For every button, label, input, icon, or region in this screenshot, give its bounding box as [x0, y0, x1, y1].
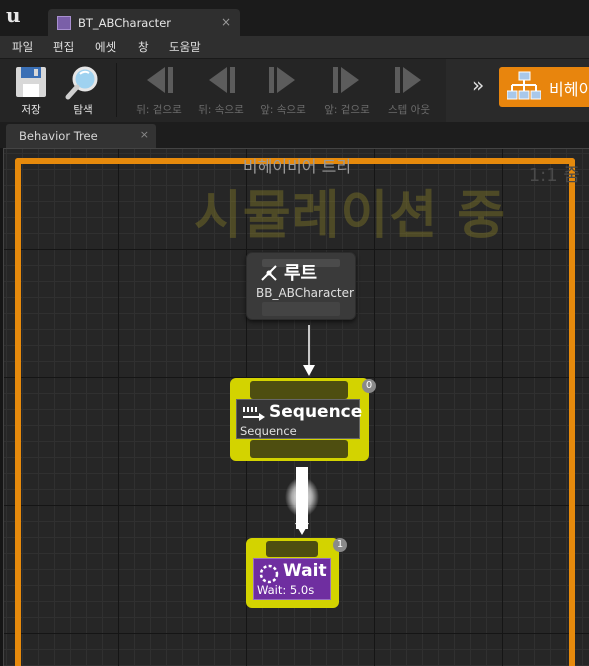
step-forward-into-label: 앞: 속으로 — [260, 104, 306, 116]
sequence-node[interactable]: Sequence Sequence 0 — [230, 378, 376, 461]
step-forward-into-icon — [269, 67, 295, 93]
behavior-tree-mode-button[interactable]: 비헤이 — [499, 67, 589, 107]
document-tab[interactable]: BT_ABCharacter × — [48, 9, 240, 36]
step-back-out-label: 뒤: 겉으로 — [136, 104, 182, 116]
root-node-icon — [261, 265, 277, 281]
mode-switcher: » 비헤이 — [446, 59, 589, 123]
panel-tab-row: Behavior Tree × — [0, 122, 589, 148]
more-modes-chevron-icon[interactable]: » — [472, 73, 484, 97]
step-back-out-button[interactable]: 뒤: 겉으로 — [128, 61, 190, 121]
step-back-into-icon — [209, 67, 235, 93]
step-back-into-button[interactable]: 뒤: 속으로 — [190, 61, 252, 121]
behavior-tree-mode-label: 비헤이 — [549, 80, 589, 99]
step-back-out-icon — [147, 67, 173, 93]
zoom-level: 1:1 줌 — [528, 165, 580, 186]
sequence-node-icon — [243, 407, 265, 421]
wait-node-subtitle: Wait: 5.0s — [257, 583, 315, 597]
root-node-blackboard: BB_ABCharacter — [256, 286, 354, 300]
sequence-node-subtitle: Sequence — [240, 424, 297, 438]
toolbar-separator — [116, 63, 117, 117]
close-tab-icon[interactable]: × — [221, 15, 231, 29]
sequence-node-index-badge: 0 — [362, 379, 376, 393]
wait-node-body: Wait Wait: 5.0s — [253, 558, 331, 600]
wait-node-input-pin — [266, 541, 318, 557]
wait-timer-icon — [259, 564, 279, 584]
step-forward-out-label: 앞: 겉으로 — [324, 104, 370, 116]
menu-bar: 파일 편집 에셋 창 도움말 — [0, 36, 589, 58]
behavior-tree-panel-tab-label: Behavior Tree — [19, 129, 98, 143]
wait-node-title: Wait — [283, 561, 327, 581]
unreal-logo-icon[interactable]: u — [4, 4, 26, 26]
menu-help[interactable]: 도움말 — [169, 39, 201, 55]
browse-label: 탐색 — [73, 104, 93, 116]
step-forward-out-button[interactable]: 앞: 겉으로 — [316, 61, 378, 121]
behavior-tree-mode-icon — [507, 71, 541, 100]
close-panel-tab-icon[interactable]: × — [140, 128, 149, 141]
save-button[interactable]: 저장 — [8, 61, 54, 121]
step-out-icon — [395, 67, 421, 93]
root-node-output-pin[interactable] — [262, 302, 340, 316]
menu-file[interactable]: 파일 — [12, 39, 33, 55]
document-tab-label: BT_ABCharacter — [78, 16, 171, 30]
root-to-sequence-connector — [303, 325, 315, 376]
wait-task-node[interactable]: Wait Wait: 5.0s 1 — [246, 538, 347, 608]
behavior-tree-asset-icon — [57, 16, 71, 30]
sequence-node-input-pin — [250, 381, 348, 399]
svg-text:u: u — [6, 4, 21, 26]
save-icon — [16, 67, 46, 97]
root-node-title: 루트 — [284, 263, 318, 284]
step-back-into-label: 뒤: 속으로 — [198, 104, 244, 116]
behavior-tree-panel-tab[interactable]: Behavior Tree × — [6, 124, 156, 148]
menu-window[interactable]: 창 — [138, 39, 149, 55]
root-node[interactable]: 루트 BB_ABCharacter — [246, 252, 356, 320]
menu-edit[interactable]: 편집 — [53, 39, 74, 55]
toolbar: 저장 탐색 뒤: 겉으로 뒤: 속으로 앞: 속으로 앞: 겉으로 스텝 아웃 … — [0, 58, 589, 123]
sequence-node-output-pin[interactable] — [250, 440, 348, 458]
menu-asset[interactable]: 에셋 — [95, 39, 116, 55]
sequence-node-body: Sequence Sequence — [236, 399, 363, 439]
step-forward-out-icon — [333, 67, 359, 93]
save-label: 저장 — [21, 104, 41, 116]
step-out-label: 스텝 아웃 — [388, 104, 430, 116]
step-forward-into-button[interactable]: 앞: 속으로 — [252, 61, 314, 121]
simulating-watermark: 시뮬레이션 중 — [194, 186, 507, 246]
sequence-to-wait-connector — [285, 467, 319, 535]
sequence-node-title: Sequence — [269, 402, 363, 422]
title-bar: u BT_ABCharacter × — [0, 0, 589, 36]
browse-magnifier-icon — [65, 66, 98, 100]
behavior-tree-graph[interactable]: 비헤이비어 트리 1:1 줌 시뮬레이션 중 루트 BB_ABCharacter — [3, 148, 589, 666]
browse-button[interactable]: 탐색 — [60, 61, 106, 121]
step-out-button[interactable]: 스텝 아웃 — [380, 61, 438, 121]
wait-node-index-badge: 1 — [333, 538, 347, 552]
